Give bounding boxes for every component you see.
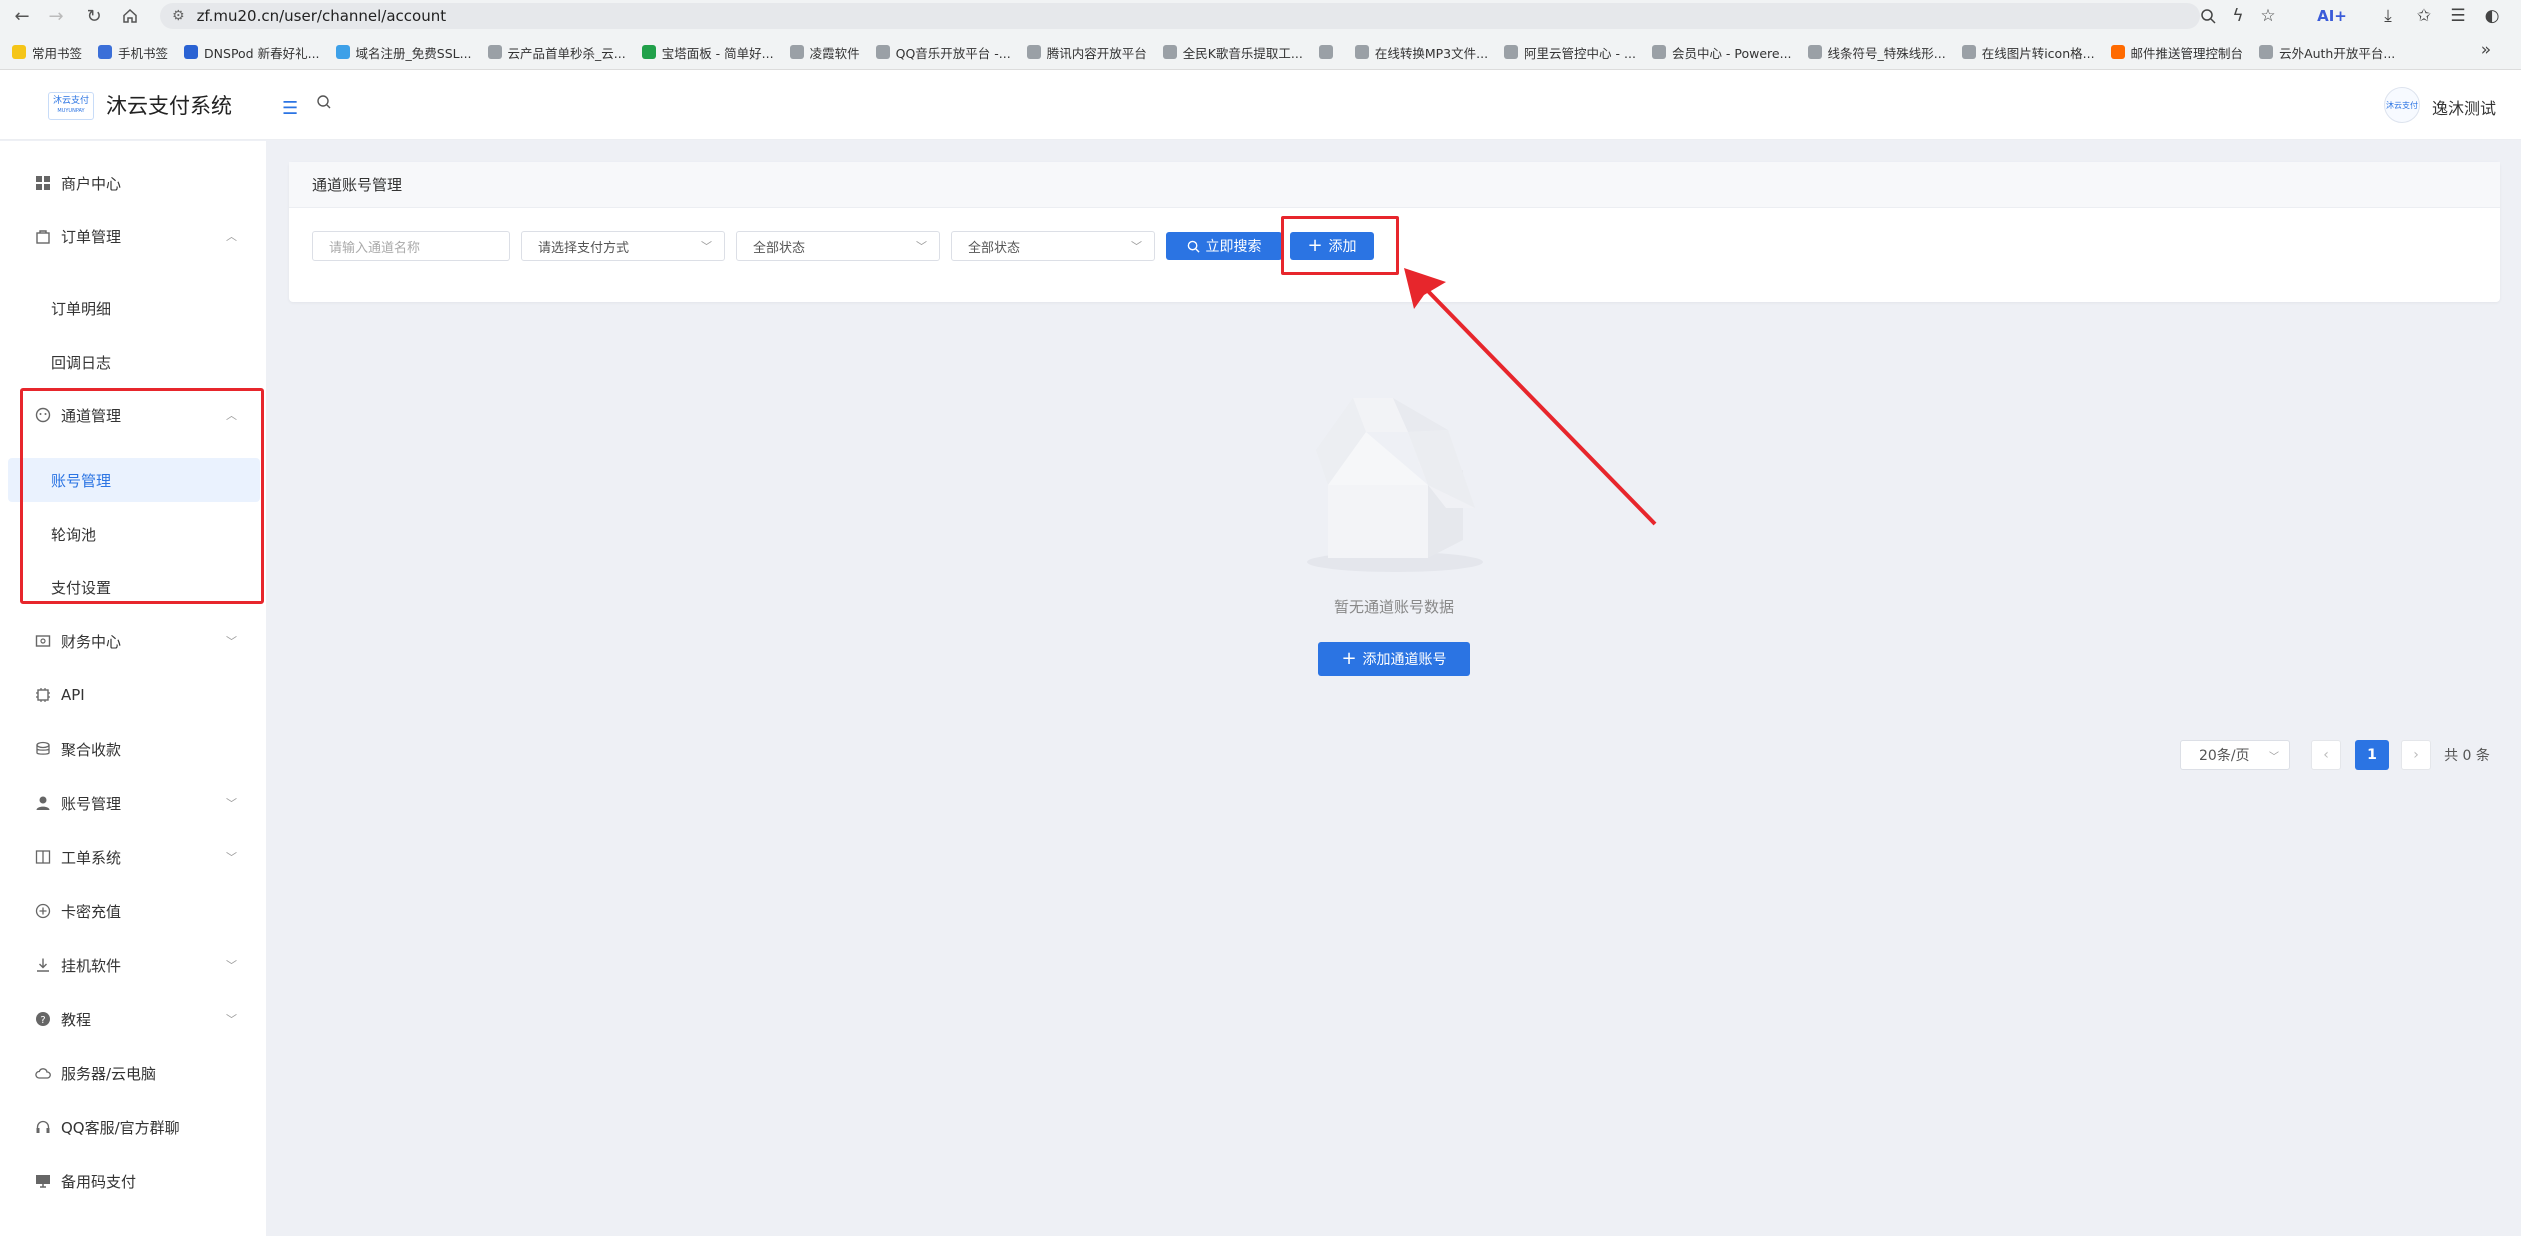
empty-box-illustration [1307, 398, 1483, 572]
chevron-down-icon: ﹀ [2269, 751, 2279, 763]
empty-state-text: 暂无通道账号数据 [1333, 598, 1454, 616]
plus-icon: + [1341, 648, 1357, 669]
next-page-button[interactable]: › [2401, 740, 2431, 770]
annotation-arrow-icon [1404, 268, 1657, 526]
add-channel-account-label: 添加通道账号 [1362, 652, 1447, 668]
prev-page-button[interactable]: ‹ [2311, 740, 2341, 770]
page-1-button[interactable]: 1 [2355, 740, 2389, 770]
add-channel-account-button[interactable]: + 添加通道账号 [1318, 642, 1470, 676]
page-size-select[interactable]: 20条/页 ﹀ [2180, 740, 2290, 770]
total-count: 共 0 条 [2444, 748, 2490, 764]
page-size-value: 20条/页 [2199, 748, 2250, 764]
